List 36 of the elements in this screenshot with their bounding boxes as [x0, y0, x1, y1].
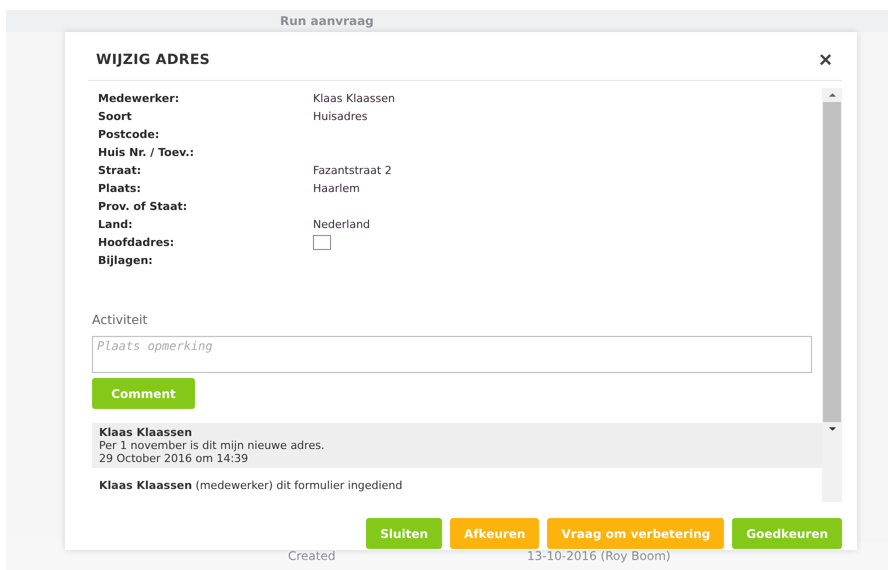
- action-button[interactable]: Vraag om verbetering: [547, 518, 724, 549]
- field-label: Medewerker:: [98, 92, 180, 104]
- table-cell: 13-10-2016 (Roy Boom): [527, 549, 671, 563]
- close-button[interactable]: ×: [819, 50, 832, 70]
- field-value: Klaas Klaassen: [313, 92, 395, 104]
- section-heading: Activiteit: [92, 312, 148, 327]
- scrollbar[interactable]: [822, 88, 842, 502]
- activity-text: Per 1 november is dit mijn nieuwe adres.: [99, 439, 326, 452]
- field-value: Haarlem: [313, 182, 360, 194]
- field-label: Soort: [98, 110, 133, 122]
- activity-author: Klaas Klaassen: [99, 426, 194, 439]
- field-label: Bijlagen:: [98, 254, 154, 266]
- activity-date: 29 October 2016 om 14:39: [99, 452, 250, 465]
- page-heading: Run aanvraag: [280, 14, 374, 28]
- action-button[interactable]: Goedkeuren: [732, 518, 842, 549]
- field-label: Prov. of Staat:: [98, 200, 188, 212]
- field-label: Huis Nr. / Toev.:: [98, 146, 196, 158]
- scroll-down-icon[interactable]: [828, 426, 836, 432]
- comment-field[interactable]: Plaats opmerking: [92, 336, 812, 373]
- field-value: Fazantstraat 2: [313, 164, 392, 176]
- field-label: Land:: [98, 218, 134, 230]
- field-value: Huisadres: [313, 110, 368, 122]
- action-button[interactable]: Afkeuren: [450, 518, 540, 549]
- field-label: Postcode:: [98, 128, 160, 140]
- field-label: Plaats:: [98, 182, 142, 194]
- field-label: Straat:: [98, 164, 142, 176]
- checkbox[interactable]: [313, 234, 331, 250]
- table-cell-text: Created: [288, 549, 336, 563]
- activity-text: Klaas Klaassen (medewerker) dit formulier ingediend: [99, 479, 404, 492]
- field-label: Hoofdadres:: [98, 236, 176, 248]
- action-button[interactable]: Sluiten: [366, 518, 442, 549]
- scroll-thumb[interactable]: [823, 102, 841, 422]
- dialog-title: WIJZIG ADRES: [96, 52, 210, 68]
- comment-button[interactable]: Comment: [92, 378, 195, 409]
- scroll-up-icon[interactable]: [828, 92, 836, 98]
- field-value: Nederland: [313, 218, 370, 230]
